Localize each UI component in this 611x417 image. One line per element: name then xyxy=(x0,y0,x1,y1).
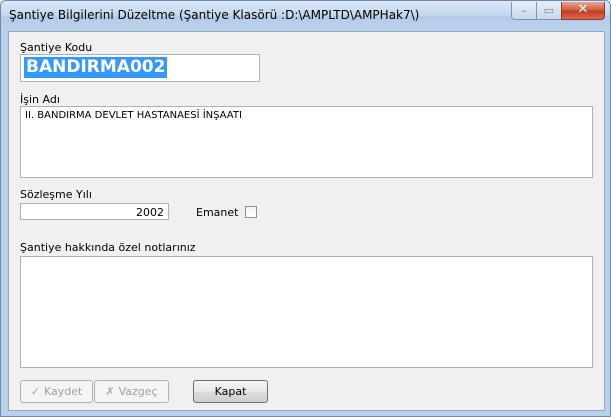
job-name-textarea[interactable]: II. BANDIRMA DEVLET HASTANAESİ İNŞAATI xyxy=(20,106,593,178)
dialog-window: Şantiye Bilgilerini Düzeltme (Şantiye Kl… xyxy=(0,0,611,417)
close-icon: ✕ xyxy=(577,2,589,17)
site-code-label: Şantiye Kodu xyxy=(20,41,93,54)
close-button-label: Kapat xyxy=(214,385,247,398)
cancel-button-label: Vazgeç xyxy=(118,385,158,398)
dialog-client-area: Şantiye Kodu BANDIRMA002 İşin Adı II. BA… xyxy=(8,31,605,411)
notes-textarea[interactable] xyxy=(20,256,593,368)
save-button[interactable]: ✓ Kaydet xyxy=(20,380,93,403)
emanet-checkbox[interactable] xyxy=(245,206,257,218)
contract-year-value: 2002 xyxy=(136,206,164,219)
title-bar[interactable]: Şantiye Bilgilerini Düzeltme (Şantiye Kl… xyxy=(1,1,610,31)
window-title: Şantiye Bilgilerini Düzeltme (Şantiye Kl… xyxy=(9,8,420,22)
close-button[interactable]: Kapat xyxy=(193,380,268,403)
cancel-button[interactable]: ✗ Vazgeç xyxy=(94,380,169,403)
contract-year-input[interactable]: 2002 xyxy=(20,203,169,220)
site-code-input[interactable]: BANDIRMA002 xyxy=(20,54,260,82)
maximize-icon: ▭ xyxy=(543,4,555,17)
save-button-label: Kaydet xyxy=(43,385,83,398)
notes-label: Şantiye hakkında özel notlarınız xyxy=(20,241,196,254)
check-icon: ✓ xyxy=(30,385,40,398)
cross-icon: ✗ xyxy=(105,385,115,398)
site-code-value: BANDIRMA002 xyxy=(24,57,168,78)
close-window-button[interactable]: ✕ xyxy=(561,2,605,20)
emanet-label: Emanet xyxy=(196,206,239,219)
job-name-label: İşin Adı xyxy=(20,93,60,106)
minimize-button[interactable]: – xyxy=(511,2,537,20)
maximize-button[interactable]: ▭ xyxy=(536,2,562,20)
job-name-value: II. BANDIRMA DEVLET HASTANAESİ İNŞAATI xyxy=(25,110,242,121)
contract-year-label: Sözleşme Yılı xyxy=(20,188,92,201)
minimize-icon: – xyxy=(521,4,527,17)
